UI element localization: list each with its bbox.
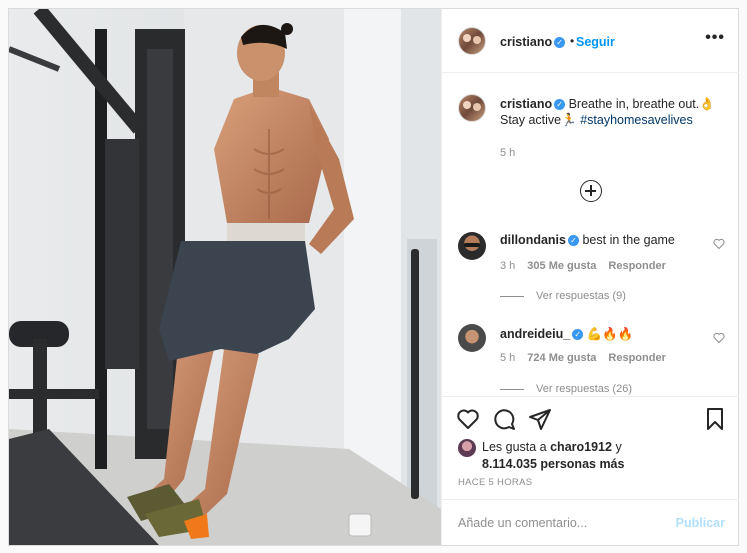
comment-age[interactable]: 3 h: [500, 260, 515, 272]
caption-age[interactable]: 5 h: [500, 147, 515, 159]
more-options-icon[interactable]: •••: [705, 29, 725, 47]
comment-likes[interactable]: 724 Me gusta: [527, 352, 596, 364]
follow-button[interactable]: Seguir: [576, 35, 615, 49]
comments-list[interactable]: cristiano ✓ Breathe in, breathe out.👌 Sta…: [442, 74, 739, 396]
caption-text-line1: Breathe in, breathe out.👌: [568, 97, 715, 111]
author-avatar[interactable]: [458, 27, 486, 55]
likes-summary: Les gusta a charo1912 y 8.114.035 person…: [482, 439, 624, 473]
save-bookmark-icon[interactable]: [703, 407, 727, 431]
reply-button[interactable]: Responder: [608, 260, 665, 272]
post-timestamp[interactable]: HACE 5 HORAS: [458, 477, 532, 488]
likes-mid: y: [611, 440, 622, 454]
publish-button[interactable]: Publicar: [676, 516, 725, 530]
comment-input[interactable]: Añade un comentario...: [458, 516, 587, 530]
caption-avatar[interactable]: [458, 94, 486, 122]
liker-avatar[interactable]: [458, 439, 476, 457]
add-comment-bar: Añade un comentario... Publicar: [442, 499, 739, 545]
comment-meta: 3 h 305 Me gusta Responder: [500, 260, 678, 272]
comment-like-heart-icon[interactable]: [713, 332, 725, 343]
comment-text: dillondanis ✓ best in the game: [500, 232, 700, 248]
caption-hashtag[interactable]: #stayhomesavelives: [580, 113, 693, 127]
verified-badge-icon: ✓: [567, 235, 579, 247]
load-more-comments-icon[interactable]: [580, 180, 602, 202]
share-paper-plane-icon[interactable]: [528, 407, 552, 431]
author-username[interactable]: cristiano ✓: [500, 35, 566, 49]
caption-username[interactable]: cristiano: [500, 97, 552, 111]
view-replies-button[interactable]: Ver respuestas (9): [500, 290, 626, 302]
verified-badge-icon: ✓: [554, 37, 566, 49]
verified-badge-icon: ✓: [572, 329, 584, 341]
comment-username[interactable]: dillondanis: [500, 233, 566, 247]
like-heart-icon[interactable]: [456, 407, 480, 431]
comment-like-heart-icon[interactable]: [713, 238, 725, 249]
likes-count[interactable]: 8.114.035 personas más: [482, 457, 624, 471]
comment-avatar[interactable]: [458, 324, 486, 352]
comment-bubble-icon[interactable]: [492, 407, 516, 431]
verified-badge-icon: ✓: [554, 99, 566, 111]
post-side-panel: cristiano ✓ • Seguir ••• cristiano ✓ Breat…: [441, 9, 739, 545]
liker-username[interactable]: charo1912: [550, 440, 612, 454]
post-actions: Les gusta a charo1912 y 8.114.035 person…: [442, 396, 739, 499]
caption-meta: 5 h: [500, 147, 527, 159]
likes-prefix: Les gusta a: [482, 440, 551, 454]
comment-body: 💪🔥🔥: [586, 327, 634, 341]
post-photo[interactable]: [9, 9, 441, 545]
comment-body: best in the game: [582, 233, 675, 247]
view-replies-button[interactable]: Ver respuestas (26): [500, 383, 632, 395]
post-header: cristiano ✓ • Seguir •••: [442, 9, 739, 73]
comment-likes[interactable]: 305 Me gusta: [527, 260, 596, 272]
caption-text-line2: Stay active🏃: [500, 113, 577, 127]
comment-text: andreideiu_ ✓ 💪🔥🔥: [500, 326, 700, 342]
comment-username[interactable]: andreideiu_: [500, 327, 570, 341]
comment-avatar[interactable]: [458, 232, 486, 260]
comment-meta: 5 h 724 Me gusta Responder: [500, 352, 678, 364]
follow-separator: •: [570, 34, 575, 48]
post-caption: cristiano ✓ Breathe in, breathe out.👌 Sta…: [500, 96, 725, 128]
post-dialog: cristiano ✓ • Seguir ••• cristiano ✓ Breat…: [8, 8, 739, 546]
reply-button[interactable]: Responder: [608, 352, 665, 364]
comment-age[interactable]: 5 h: [500, 352, 515, 364]
